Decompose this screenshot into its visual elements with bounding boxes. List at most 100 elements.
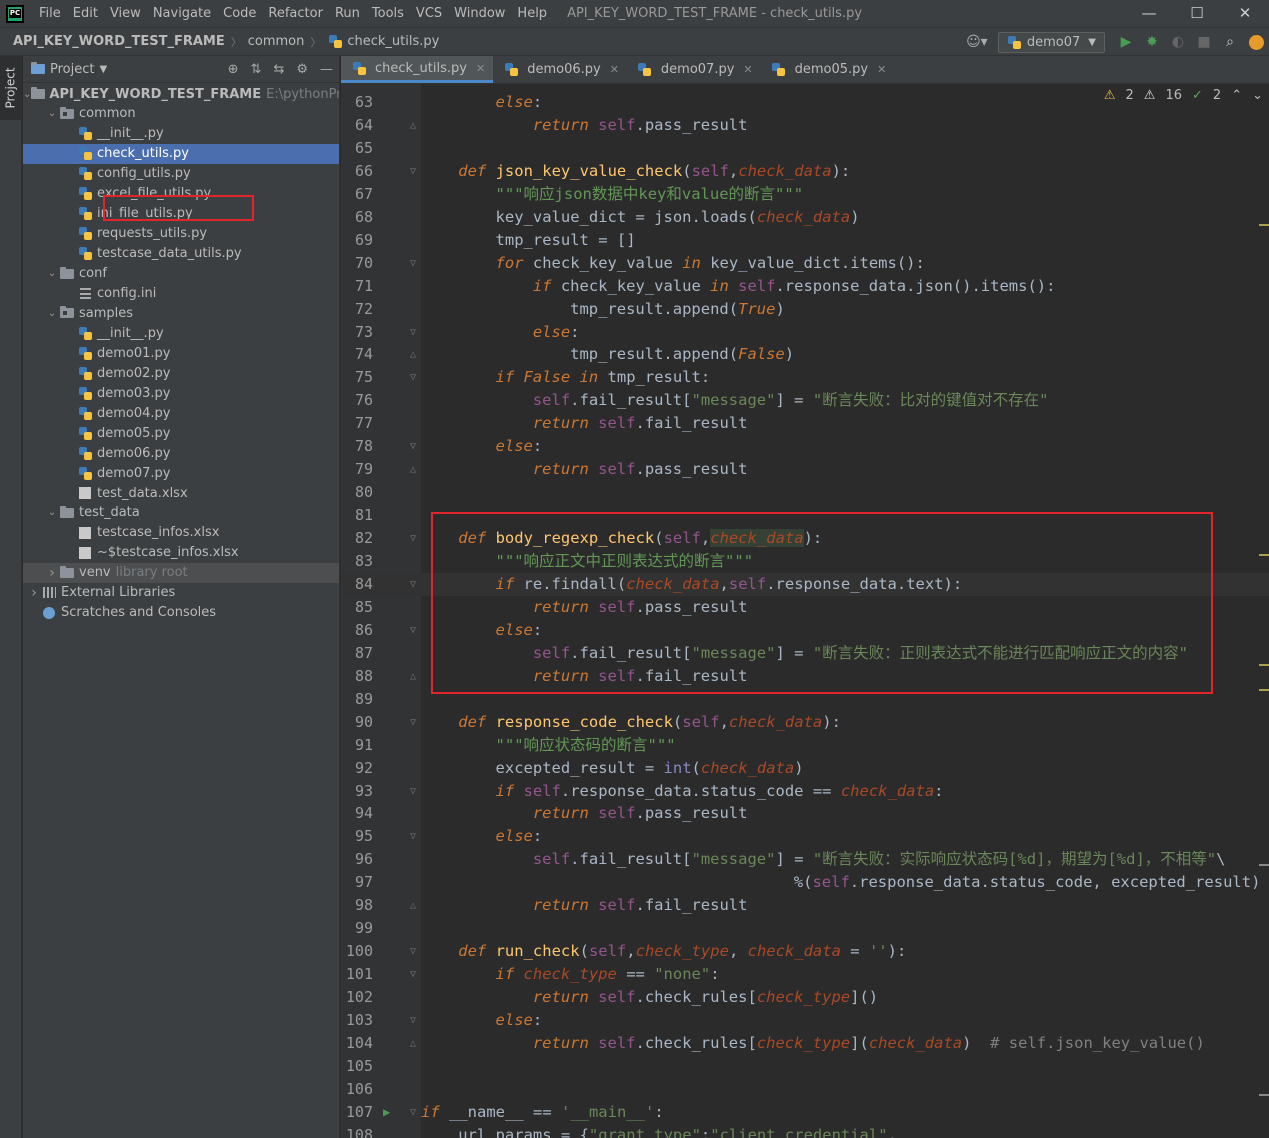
fold-icon[interactable]: ▽ xyxy=(407,321,419,344)
code-line[interactable]: 87 self.fail_result["message"] = "断言失败：正则… xyxy=(341,642,1269,665)
code-line[interactable]: 90 ▽ def response_code_check(self,check_da… xyxy=(341,711,1269,734)
code-line[interactable]: 80 xyxy=(341,481,1269,504)
chevron-down-icon[interactable]: ⌄ xyxy=(45,268,59,279)
fold-icon[interactable]: ▽ xyxy=(407,366,419,389)
chevron-down-icon[interactable]: ⌄ xyxy=(1252,88,1263,103)
coverage-icon[interactable]: ◐ xyxy=(1165,29,1191,55)
project-view-select[interactable]: Project ▼ xyxy=(31,62,107,77)
chevron-right-icon[interactable]: › xyxy=(45,565,59,581)
menu-refactor[interactable]: Refactor xyxy=(262,0,329,27)
code-line[interactable]: 73 ▽ else: xyxy=(341,321,1269,344)
code-line[interactable]: 94 return self.pass_result xyxy=(341,802,1269,825)
tab-demo07[interactable]: demo07.py ✕ xyxy=(627,56,761,83)
fold-icon[interactable]: ▽ xyxy=(407,940,419,963)
code-line[interactable]: 91 """响应状态码的断言""" xyxy=(341,734,1269,757)
gear-icon[interactable]: ⚙ xyxy=(296,62,308,77)
tree-item-conf[interactable]: ⌄ conf xyxy=(23,264,339,284)
menu-run[interactable]: Run xyxy=(329,0,366,27)
search-icon[interactable]: ⌕ xyxy=(1217,29,1243,55)
code-line[interactable]: 103 ▽ else: xyxy=(341,1009,1269,1032)
code-line[interactable]: 74 △ tmp_result.append(False) xyxy=(341,343,1269,366)
code-line[interactable]: 98 △ return self.fail_result xyxy=(341,894,1269,917)
maximize-icon[interactable]: ☐ xyxy=(1173,0,1221,27)
code-line[interactable]: 83 """响应正文中正则表达式的断言""" xyxy=(341,550,1269,573)
code-line[interactable]: 105 xyxy=(341,1055,1269,1078)
tree-item-requests-utils-py[interactable]: requests_utils.py xyxy=(23,224,339,244)
chevron-down-icon[interactable]: ⌄ xyxy=(45,507,59,518)
fold-icon[interactable]: ▽ xyxy=(407,780,419,803)
fold-icon[interactable]: ▽ xyxy=(407,252,419,275)
code-line[interactable]: 64 △ return self.pass_result xyxy=(341,114,1269,137)
menu-navigate[interactable]: Navigate xyxy=(147,0,217,27)
fold-icon[interactable]: △ xyxy=(407,894,419,917)
fold-icon[interactable]: △ xyxy=(407,1032,419,1055)
code-line[interactable]: 93 ▽ if self.response_data.status_code == … xyxy=(341,780,1269,803)
code-line[interactable]: 92 excepted_result = int(check_data) xyxy=(341,757,1269,780)
tree-item-testcase-infos-xlsx[interactable]: testcase_infos.xlsx xyxy=(23,523,339,543)
tree-item-config-ini[interactable]: config.ini xyxy=(23,284,339,304)
menu-file[interactable]: File xyxy=(33,0,67,27)
tree-item-demo04-py[interactable]: demo04.py xyxy=(23,403,339,423)
breadcrumb-common[interactable]: common xyxy=(248,34,305,49)
close-tab-icon[interactable]: ✕ xyxy=(476,62,485,75)
tree-item-testcase-data-utils-py[interactable]: testcase_data_utils.py xyxy=(23,244,339,264)
tree-item-common[interactable]: ⌄ common xyxy=(23,104,339,124)
fold-icon[interactable]: ▽ xyxy=(407,825,419,848)
close-tab-icon[interactable]: ✕ xyxy=(877,63,886,76)
expand-all-icon[interactable]: ⇅ xyxy=(251,62,262,77)
code-line[interactable]: 67 """响应json数据中key和value的断言""" xyxy=(341,183,1269,206)
menu-window[interactable]: Window xyxy=(448,0,511,27)
code-line[interactable]: 75 ▽ if False in tmp_result: xyxy=(341,366,1269,389)
tree-item-scratches-and-consoles[interactable]: Scratches and Consoles xyxy=(23,603,339,623)
run-gutter-icon[interactable]: ▶ xyxy=(383,1101,395,1124)
chevron-up-icon[interactable]: ⌃ xyxy=(1231,88,1242,103)
code-line[interactable]: 78 ▽ else: xyxy=(341,435,1269,458)
code-line[interactable]: 86 ▽ else: xyxy=(341,619,1269,642)
tree-item-demo01-py[interactable]: demo01.py xyxy=(23,343,339,363)
code-line[interactable]: 65 xyxy=(341,137,1269,160)
code-line[interactable]: 71 if check_key_value in self.response_da… xyxy=(341,275,1269,298)
menu-code[interactable]: Code xyxy=(217,0,262,27)
tab-check-utils[interactable]: check_utils.py ✕ xyxy=(341,56,494,83)
code-line[interactable]: 100 ▽ def run_check(self,check_type, check… xyxy=(341,940,1269,963)
code-line[interactable]: 104 △ return self.check_rules[check_type](… xyxy=(341,1032,1269,1055)
debug-icon[interactable]: ✸ xyxy=(1139,29,1165,55)
tree-item-check-utils-py[interactable]: check_utils.py xyxy=(23,143,339,164)
update-icon[interactable] xyxy=(1243,29,1269,55)
fold-icon[interactable]: ▽ xyxy=(407,711,419,734)
inspection-widget[interactable]: ⚠ 2 ⚠ 16 ✓ 2 ⌃ ⌄ xyxy=(1103,88,1269,103)
code-line[interactable]: 89 xyxy=(341,688,1269,711)
tab-demo06[interactable]: demo06.py ✕ xyxy=(493,56,627,83)
tree-item-init-py[interactable]: __init__.py xyxy=(23,124,339,144)
breadcrumb-project[interactable]: API_KEY_WORD_TEST_FRAME xyxy=(13,34,225,49)
tree-item-venv[interactable]: › venv library root xyxy=(23,562,339,583)
tree-item-config-utils-py[interactable]: config_utils.py xyxy=(23,164,339,184)
code-line[interactable]: 66 ▽ def json_key_value_check(self,check_d… xyxy=(341,160,1269,183)
code-line[interactable]: 96 self.fail_result["message"] = "断言失败：实际… xyxy=(341,848,1269,871)
fold-icon[interactable]: ▽ xyxy=(407,573,419,596)
tree-item-demo06-py[interactable]: demo06.py xyxy=(23,443,339,463)
user-icon[interactable]: ☺▾ xyxy=(964,29,990,55)
run-icon[interactable]: ▶ xyxy=(1113,29,1139,55)
code-line[interactable]: 70 ▽ for check_key_value in key_value_dict… xyxy=(341,252,1269,275)
code-line[interactable]: 84 ▽ if re.findall(check_data,self.respons… xyxy=(341,572,1269,596)
chevron-down-icon[interactable]: ⌄ xyxy=(45,108,59,119)
code-line[interactable]: 101 ▽ if check_type == "none": xyxy=(341,963,1269,986)
chevron-right-icon[interactable]: › xyxy=(27,585,41,601)
fold-icon[interactable]: ▽ xyxy=(407,160,419,183)
chevron-down-icon[interactable]: ⌄ xyxy=(23,89,31,100)
code-line[interactable]: 79 △ return self.pass_result xyxy=(341,458,1269,481)
code-line[interactable]: 95 ▽ else: xyxy=(341,825,1269,848)
tree-item-ini-file-utils-py[interactable]: ini_file_utils.py xyxy=(23,204,339,224)
fold-icon[interactable]: ▽ xyxy=(407,963,419,986)
code-line[interactable]: 107 ▽ ▶ if __name__ == '__main__': xyxy=(341,1101,1269,1124)
tree-item-demo05-py[interactable]: demo05.py xyxy=(23,423,339,443)
tree-item-test-data-xlsx[interactable]: test_data.xlsx xyxy=(23,483,339,503)
project-tool-tab[interactable]: Project xyxy=(0,56,22,120)
code-line[interactable]: 102 return self.check_rules[check_type]() xyxy=(341,986,1269,1009)
tree-item-external-libraries[interactable]: › External Libraries xyxy=(23,583,339,603)
fold-icon[interactable]: △ xyxy=(407,665,419,688)
menu-tools[interactable]: Tools xyxy=(366,0,410,27)
menu-vcs[interactable]: VCS xyxy=(410,0,448,27)
minimize-icon[interactable]: — xyxy=(1125,0,1173,27)
